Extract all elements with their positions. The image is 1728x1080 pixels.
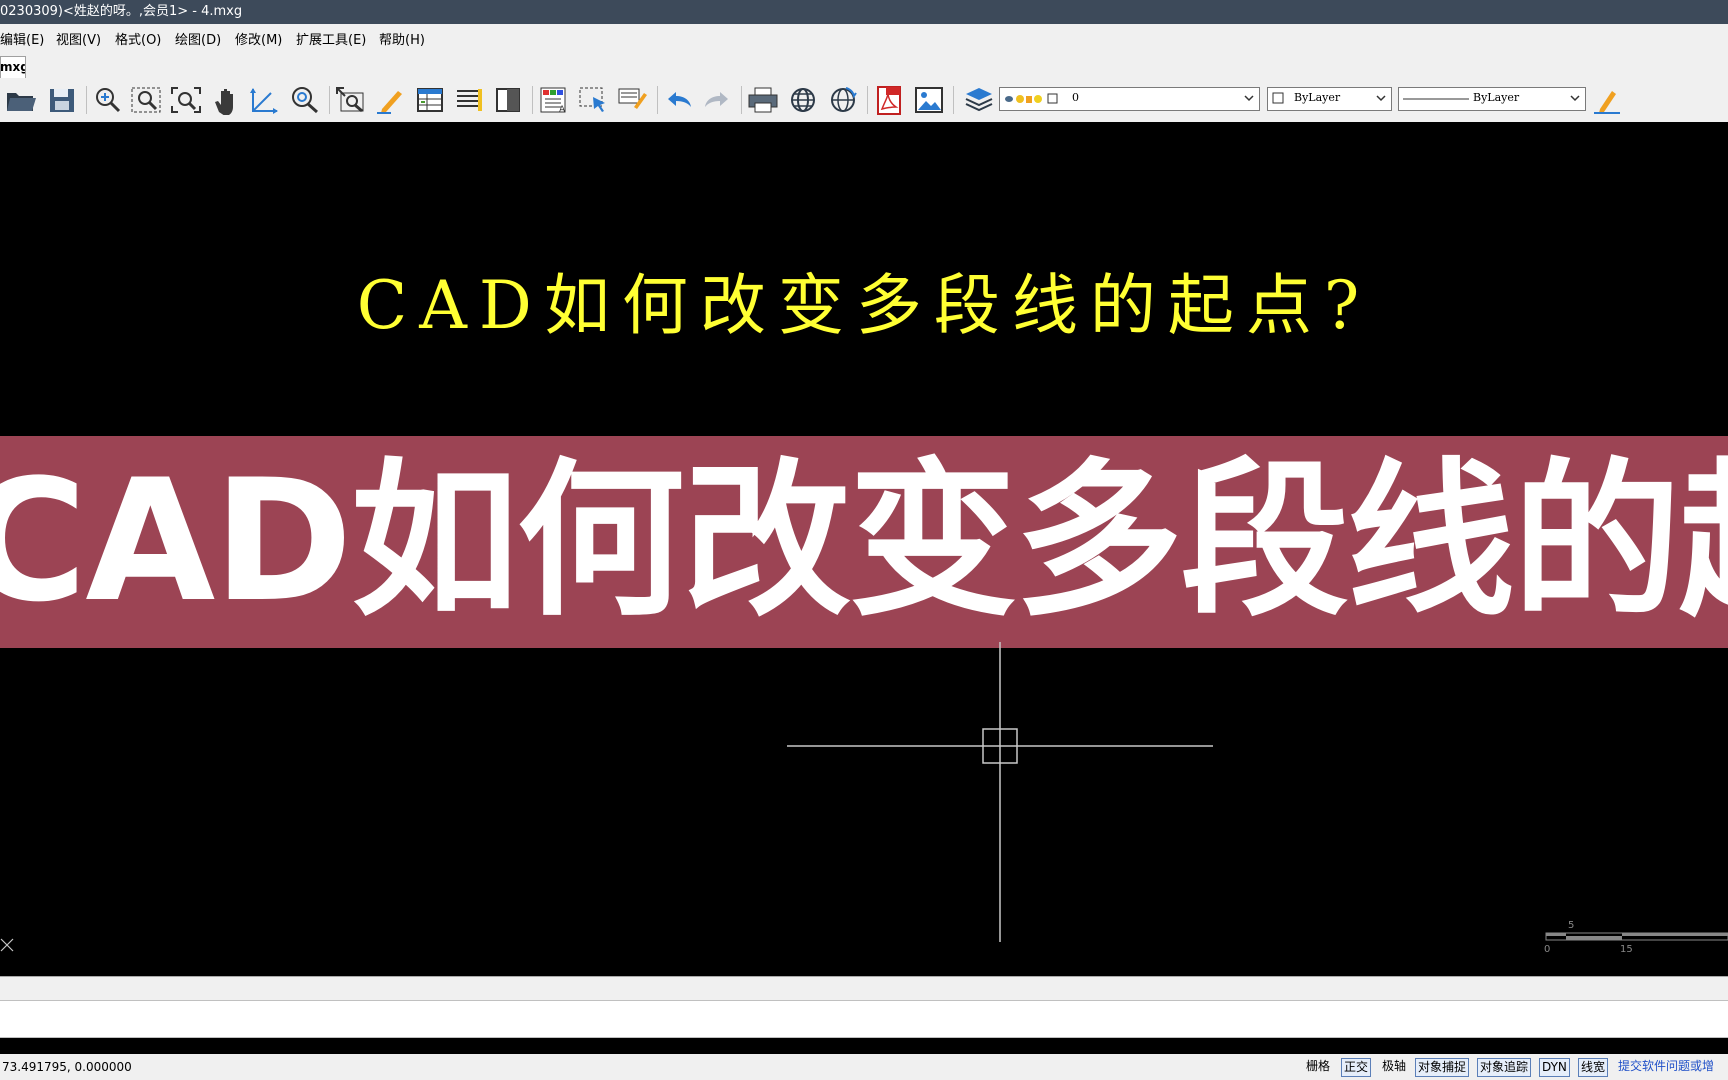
pan-hand-icon[interactable]: [208, 85, 242, 116]
title-banner: CAD如何改变多段线的起点: [0, 436, 1728, 648]
zoom-scale-icon[interactable]: [288, 85, 322, 115]
menu-extension-tools[interactable]: 扩展工具(E): [296, 29, 366, 48]
zoom-previous-icon[interactable]: [334, 85, 368, 115]
layer-state-icon: [1005, 93, 1058, 104]
undo-icon[interactable]: [662, 85, 696, 115]
print-icon[interactable]: [746, 85, 780, 115]
scale-bar: 5 0 15: [1540, 920, 1728, 956]
layer-value: 0: [1072, 91, 1079, 104]
drawing-canvas[interactable]: CAD如何改变多段线的起点? CAD如何改变多段线的起点 5 0 15: [0, 122, 1728, 976]
status-bar: 73.491795, 0.000000 栅格 正交 极轴 对象捕捉 对象追踪 D…: [0, 1054, 1728, 1080]
lineweight-toggle[interactable]: 线宽: [1578, 1058, 1609, 1077]
ucs-icon: [0, 938, 14, 952]
drawing-text: CAD如何改变多段线的起点?: [356, 267, 1372, 344]
document-tab-label: mxg: [0, 60, 26, 74]
properties-table-icon[interactable]: [413, 85, 447, 115]
color-palette-icon[interactable]: A: [537, 85, 571, 115]
color-swatch-icon: [1272, 92, 1284, 104]
menu-format[interactable]: 格式(O): [115, 29, 161, 48]
menu-modify[interactable]: 修改(M): [235, 29, 282, 48]
toolbar-separator: [329, 86, 330, 114]
linetype-dropdown[interactable]: ByLayer: [1398, 87, 1586, 111]
ucs-axis-icon[interactable]: [247, 85, 281, 115]
dyn-toggle[interactable]: DYN: [1539, 1058, 1570, 1077]
block-icon[interactable]: [491, 85, 525, 115]
image-icon[interactable]: [912, 85, 946, 115]
toolbar-separator: [86, 86, 87, 114]
zoom-realtime-icon[interactable]: [90, 85, 124, 115]
title-bar: 0230309)<姓赵的呀。,会员1> - 4.mxg: [0, 0, 1728, 24]
command-history: [0, 976, 1728, 1001]
banner-text: CAD如何改变多段线的起点: [0, 443, 1728, 639]
select-arrow-icon[interactable]: [577, 85, 611, 115]
feedback-link[interactable]: 提交软件问题或增: [1616, 1058, 1716, 1075]
grid-toggle[interactable]: 栅格: [1304, 1058, 1332, 1075]
crosshair-cursor: [787, 642, 1213, 942]
toolbar-separator: [532, 86, 533, 114]
menu-edit[interactable]: 编辑(E): [0, 29, 44, 48]
color-dropdown[interactable]: ByLayer: [1267, 87, 1392, 111]
globe-icon[interactable]: [786, 85, 820, 115]
menu-help[interactable]: 帮助(H): [379, 29, 425, 48]
toolbar-separator: [953, 86, 954, 114]
open-folder-icon[interactable]: [4, 85, 38, 115]
chevron-down-icon: [1570, 95, 1580, 102]
menu-view[interactable]: 视图(V): [56, 29, 101, 48]
scale-bar-graphic: [1545, 932, 1728, 941]
pdf-icon[interactable]: [872, 85, 906, 115]
window-title: 0230309)<姓赵的呀。,会员1> - 4.mxg: [0, 4, 243, 19]
otrack-toggle[interactable]: 对象追踪: [1477, 1058, 1532, 1077]
scale-label-top: 5: [1568, 920, 1575, 931]
ortho-toggle[interactable]: 正交: [1341, 1058, 1372, 1077]
layers-icon[interactable]: [962, 85, 996, 115]
linetype-preview-icon: [1403, 98, 1469, 100]
lineweight-pencil-icon[interactable]: [1590, 85, 1624, 115]
linetype-value: ByLayer: [1473, 91, 1520, 104]
chevron-down-icon: [1244, 95, 1254, 102]
scale-label-mid: 15: [1620, 944, 1633, 955]
scale-label-left: 0: [1544, 944, 1551, 955]
layer-dropdown[interactable]: 0: [999, 87, 1260, 111]
svg-text:A: A: [559, 105, 566, 115]
match-brush-icon[interactable]: [616, 85, 650, 115]
menu-draw[interactable]: 绘图(D): [175, 29, 221, 48]
toolbar-separator: [657, 86, 658, 114]
zoom-extents-icon[interactable]: [169, 85, 203, 115]
globe-refresh-icon[interactable]: [826, 85, 860, 115]
command-input[interactable]: [0, 1000, 1728, 1038]
toolbar-separator: [741, 86, 742, 114]
chevron-down-icon: [1376, 95, 1386, 102]
zoom-window-icon[interactable]: [129, 85, 163, 115]
menu-bar: 编辑(E) 视图(V) 格式(O) 绘图(D) 修改(M) 扩展工具(E) 帮助…: [0, 24, 1728, 52]
document-tab[interactable]: mxg: [0, 56, 26, 79]
coordinate-readout: 73.491795, 0.000000: [2, 1060, 132, 1074]
text-list-icon[interactable]: [452, 85, 486, 115]
pencil-draw-icon[interactable]: [374, 85, 408, 115]
polar-toggle[interactable]: 极轴: [1380, 1058, 1408, 1075]
toolbar: A 0 ByLayer ByLayer: [0, 78, 1728, 123]
redo-icon[interactable]: [700, 85, 734, 115]
color-value: ByLayer: [1294, 91, 1341, 104]
toolbar-separator: [867, 86, 868, 114]
save-icon[interactable]: [45, 85, 79, 115]
osnap-toggle[interactable]: 对象捕捉: [1415, 1058, 1470, 1077]
document-tab-bar: mxg: [0, 52, 1728, 79]
